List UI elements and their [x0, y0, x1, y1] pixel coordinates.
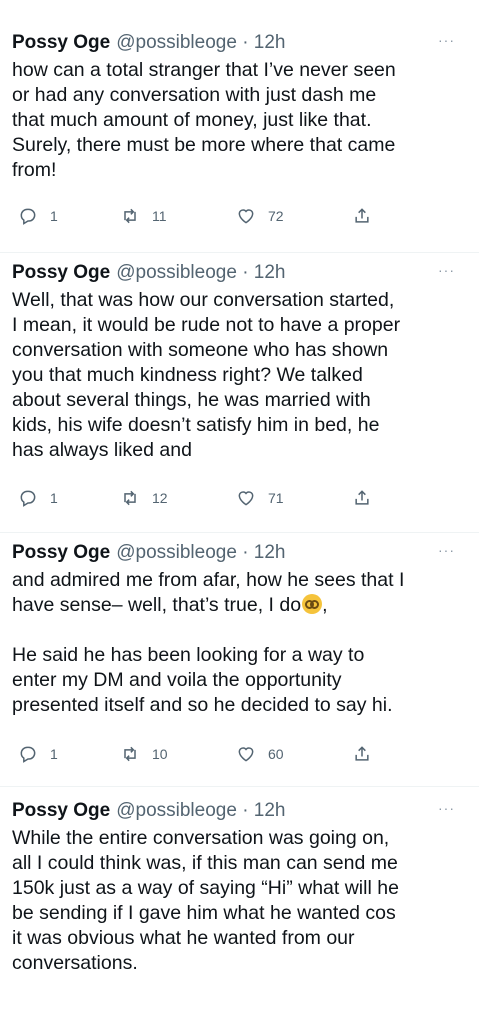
reply-button[interactable]: 1 [18, 744, 58, 764]
tweet-line: conversations. [12, 952, 138, 974]
share-icon [355, 208, 369, 223]
tweet-header: Possy Oge @possibleoge · 12h [12, 540, 467, 566]
like-button[interactable]: 71 [236, 488, 284, 508]
emoji-suffix: , [322, 594, 328, 616]
author-name[interactable]: Possy Oge [12, 262, 110, 284]
more-options-icon[interactable]: ··· [438, 32, 455, 48]
tweet-line: Well, that was how our conversation star… [12, 289, 395, 311]
author-handle-time[interactable]: @possibleoge · 12h [116, 542, 285, 564]
reply-icon [20, 746, 36, 763]
tweet-2[interactable]: Possy Oge @possibleoge · 12h ··· Well, t… [0, 260, 479, 540]
tweet-text: and admired me from afar, how he sees th… [12, 568, 462, 718]
tweet-line: conversation with someone who has shown [12, 339, 389, 361]
tweet-text: how can a total stranger that I’ve never… [12, 58, 462, 183]
tweet-line-text: have sense– well, that’s true, I do [12, 594, 302, 616]
tweet-line: While the entire conversation was going … [12, 827, 390, 849]
tweet-1[interactable]: Possy Oge @possibleoge · 12h ··· how can… [0, 30, 479, 250]
retweet-count: 12 [152, 490, 168, 506]
tweet-line: from! [12, 159, 57, 181]
tweet-line: presented itself and so he decided to sa… [12, 694, 393, 716]
like-count: 60 [268, 746, 284, 762]
divider [0, 252, 479, 253]
paragraph-break [12, 618, 462, 643]
tweet-actions: 1 11 72 [18, 206, 378, 230]
like-count: 72 [268, 208, 284, 224]
author-name[interactable]: Possy Oge [12, 542, 110, 564]
share-button[interactable] [352, 206, 384, 226]
reply-count: 1 [50, 208, 58, 224]
tweet-line: you that much kindness right? We talked [12, 364, 363, 386]
tweet-line: that much amount of money, just like tha… [12, 109, 372, 131]
retweet-button[interactable]: 10 [120, 744, 168, 764]
tweet-line: kids, his wife doesn’t satisfy him in be… [12, 414, 380, 436]
tweet-header: Possy Oge @possibleoge · 12h [12, 30, 467, 56]
tweet-line: all I could think was, if this man can s… [12, 852, 398, 874]
share-button[interactable] [352, 488, 384, 508]
share-icon [355, 746, 369, 761]
reply-button[interactable]: 1 [18, 488, 58, 508]
author-handle-time[interactable]: @possibleoge · 12h [116, 800, 285, 822]
tweet-text: Well, that was how our conversation star… [12, 288, 462, 463]
tweet-line: and admired me from afar, how he sees th… [12, 569, 405, 591]
divider [0, 532, 479, 533]
reply-button[interactable]: 1 [18, 206, 58, 226]
reply-icon [20, 490, 36, 507]
tweet-3[interactable]: Possy Oge @possibleoge · 12h ··· and adm… [0, 540, 479, 790]
tweet-line: enter my DM and voila the opportunity [12, 669, 342, 691]
tweet-line: He said he has been looking for a way to [12, 644, 365, 666]
divider [0, 786, 479, 787]
heart-icon [238, 747, 254, 762]
tweet-line: Surely, there must be more where that ca… [12, 134, 396, 156]
retweet-icon [124, 490, 136, 506]
retweet-icon [124, 746, 136, 762]
tweet-line: 150k just as a way of saying “Hi” what w… [12, 877, 399, 899]
nerd-face-emoji-icon [302, 594, 323, 614]
heart-icon [238, 491, 254, 506]
share-icon [355, 490, 369, 505]
tweet-thread: Possy Oge @possibleoge · 12h ··· how can… [0, 0, 479, 1024]
tweet-line: or had any conversation with just dash m… [12, 84, 377, 106]
like-count: 71 [268, 490, 284, 506]
reply-count: 1 [50, 490, 58, 506]
tweet-line: how can a total stranger that I’ve never… [12, 59, 396, 81]
tweet-header: Possy Oge @possibleoge · 12h [12, 798, 467, 824]
author-name[interactable]: Possy Oge [12, 32, 110, 54]
like-button[interactable]: 72 [236, 206, 284, 226]
reply-count: 1 [50, 746, 58, 762]
tweet-line: I mean, it would be rude not to have a p… [12, 314, 401, 336]
share-button[interactable] [352, 744, 384, 764]
more-options-icon[interactable]: ··· [438, 800, 455, 816]
reply-icon [20, 208, 36, 225]
retweet-button[interactable]: 12 [120, 488, 168, 508]
author-handle-time[interactable]: @possibleoge · 12h [116, 262, 285, 284]
author-name[interactable]: Possy Oge [12, 800, 110, 822]
more-options-icon[interactable]: ··· [438, 262, 455, 278]
tweet-line: be sending if I gave him what he wanted … [12, 902, 396, 924]
tweet-line: has always liked and [12, 439, 192, 461]
heart-icon [238, 209, 254, 224]
tweet-line: it was obvious what he wanted from our [12, 927, 355, 949]
tweet-line: about several things, he was married wit… [12, 389, 371, 411]
retweet-icon [124, 208, 136, 224]
author-handle-time[interactable]: @possibleoge · 12h [116, 32, 285, 54]
tweet-actions: 1 10 60 [18, 744, 378, 768]
retweet-count: 11 [152, 208, 167, 224]
tweet-4[interactable]: Possy Oge @possibleoge · 12h ··· While t… [0, 798, 479, 998]
retweet-count: 10 [152, 746, 168, 762]
tweet-text: While the entire conversation was going … [12, 826, 462, 976]
like-button[interactable]: 60 [236, 744, 284, 764]
more-options-icon[interactable]: ··· [438, 542, 455, 558]
tweet-line: have sense– well, that’s true, I do, [12, 593, 462, 618]
tweet-actions: 1 12 71 [18, 488, 378, 512]
tweet-header: Possy Oge @possibleoge · 12h [12, 260, 467, 286]
retweet-button[interactable]: 11 [120, 206, 167, 226]
